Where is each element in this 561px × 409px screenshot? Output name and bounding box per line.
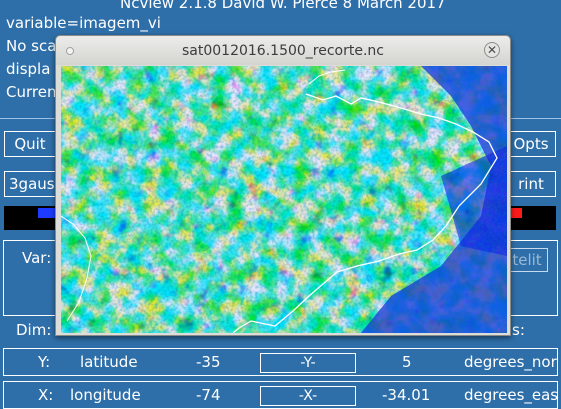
variable-line: variable=imagem_vi — [6, 14, 161, 32]
display-line: displa — [6, 60, 51, 78]
dim-x-min: -74 — [196, 386, 221, 404]
dim-y-name: latitude — [80, 353, 138, 371]
colorbar-left — [4, 206, 56, 230]
window-title: sat0012016.1500_recorte.nc — [182, 43, 384, 59]
options-button[interactable]: Opts — [506, 131, 556, 157]
app-title: Ncview 2.1.8 David W. Pierce 8 March 201… — [120, 0, 446, 12]
scan-line: No sca — [6, 37, 57, 55]
colorbar-right — [506, 206, 556, 230]
dim-x-units: degrees_eas — [464, 386, 559, 404]
image-window: sat0012016.1500_recorte.nc ✕ — [55, 35, 511, 336]
dim-row-y: Y: latitude -35 -Y- 5 degrees_nor — [3, 348, 558, 376]
colorbar-blue-swatch — [38, 208, 56, 218]
dim-row-x: X: longitude -74 -X- -34.01 degrees_eas — [3, 381, 558, 409]
current-line: Curren — [6, 83, 57, 101]
dim-x-button[interactable]: -X- — [260, 386, 356, 406]
satellite-image[interactable] — [61, 66, 507, 333]
dim-label: Dim: — [16, 321, 52, 339]
var-label: Var: — [22, 249, 52, 267]
dim-y-button[interactable]: -Y- — [260, 353, 356, 373]
dim-x-name: longitude — [70, 386, 141, 404]
satellite-field-map — [61, 66, 507, 333]
print-button[interactable]: rint — [506, 171, 556, 197]
dim-y-label: Y: — [38, 353, 51, 371]
colormap-button[interactable]: 3gaus — [4, 171, 56, 197]
dim-y-units: degrees_nor — [464, 353, 557, 371]
dim-y-max: 5 — [402, 353, 412, 371]
dim-x-label: X: — [38, 386, 54, 404]
variable-button-imagem[interactable]: telit — [506, 248, 548, 272]
window-titlebar[interactable]: sat0012016.1500_recorte.nc ✕ — [56, 36, 510, 65]
units-label: s: — [512, 321, 525, 339]
quit-button[interactable]: Quit — [4, 131, 56, 157]
dim-x-max: -34.01 — [382, 386, 431, 404]
colorbar-red-swatch — [510, 208, 522, 218]
close-icon[interactable]: ✕ — [484, 42, 500, 58]
dim-y-min: -35 — [196, 353, 221, 371]
